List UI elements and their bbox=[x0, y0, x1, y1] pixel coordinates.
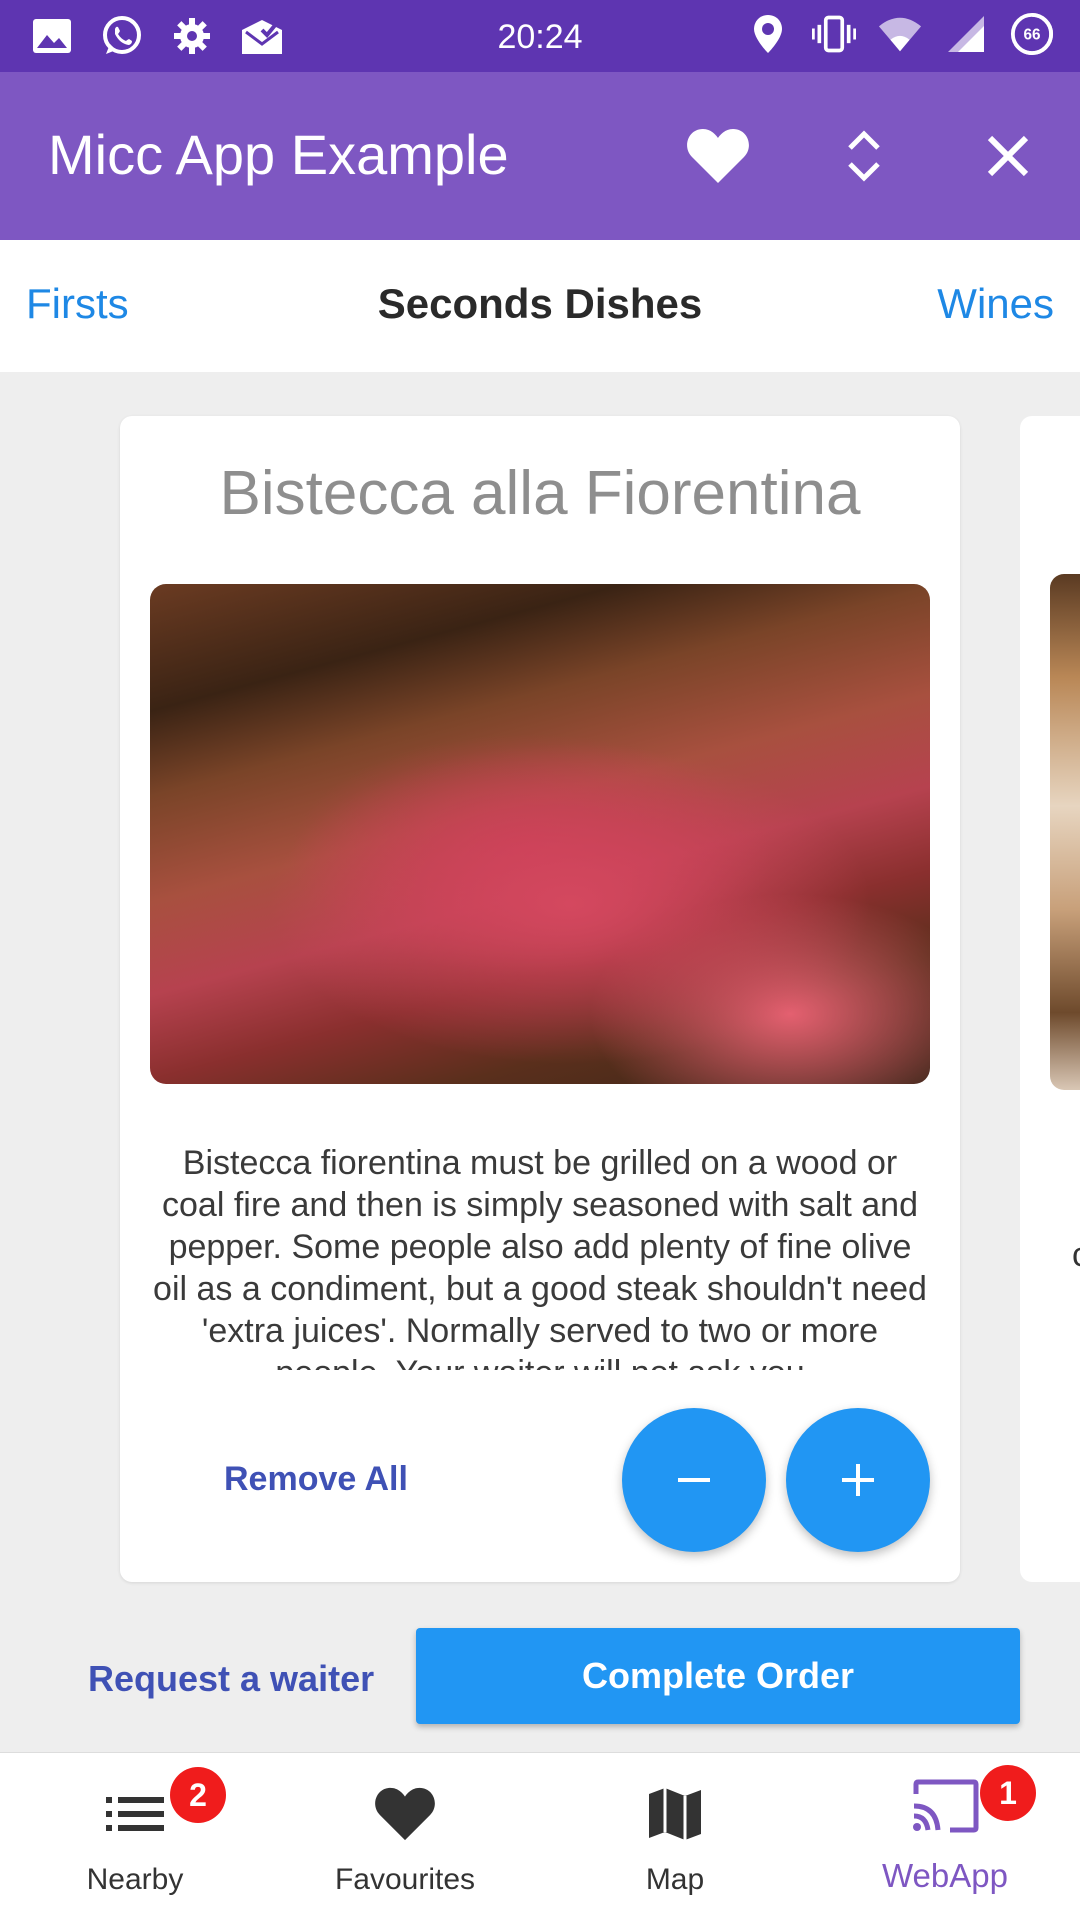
tab-wines[interactable]: Wines bbox=[937, 280, 1054, 328]
wifi-icon bbox=[878, 12, 922, 56]
list-icon bbox=[106, 1797, 164, 1831]
close-button[interactable] bbox=[968, 116, 1048, 196]
unfold-icon bbox=[848, 130, 880, 182]
category-tabs: Firsts Seconds Dishes Wines bbox=[0, 240, 1080, 372]
heart-icon bbox=[687, 129, 749, 183]
complete-order-button[interactable]: Complete Order bbox=[416, 1628, 1020, 1724]
dish-card: Bistecca alla Fiorentina Bistecca fioren… bbox=[120, 416, 960, 1582]
decrease-quantity-button[interactable] bbox=[622, 1408, 766, 1552]
increase-quantity-button[interactable] bbox=[786, 1408, 930, 1552]
nav-item-webapp[interactable]: 1 WebApp bbox=[810, 1753, 1080, 1920]
webapp-badge: 1 bbox=[980, 1765, 1036, 1821]
battery-level: 66 bbox=[1023, 27, 1040, 44]
nav-label-map: Map bbox=[645, 1863, 705, 1896]
nearby-badge: 2 bbox=[170, 1767, 226, 1823]
remove-all-button[interactable]: Remove All bbox=[224, 1460, 408, 1499]
minus-icon bbox=[678, 1478, 710, 1482]
nav-label-favourites: Favourites bbox=[334, 1863, 476, 1896]
nav-item-favourites[interactable]: Favourites bbox=[270, 1753, 540, 1920]
app-title: Micc App Example bbox=[48, 123, 509, 186]
dish-description: Bistecca fiorentina must be grilled on a… bbox=[153, 1144, 927, 1370]
next-dish-text: c bbox=[1072, 1236, 1080, 1275]
signal-icon bbox=[944, 12, 988, 56]
dish-image bbox=[150, 584, 930, 1084]
nav-item-map[interactable]: Map bbox=[540, 1753, 810, 1920]
request-waiter-button[interactable]: Request a waiter bbox=[88, 1658, 374, 1700]
app-bar: Micc App Example bbox=[0, 72, 1080, 240]
dish-title: Bistecca alla Fiorentina bbox=[219, 459, 861, 528]
nav-label-nearby: Nearby bbox=[86, 1863, 184, 1896]
status-bar: 20:24 66 bbox=[0, 0, 1080, 72]
bottom-navigation: 2 Nearby Favourites Map 1 WebApp bbox=[0, 1752, 1080, 1920]
nav-item-nearby[interactable]: 2 Nearby bbox=[0, 1753, 270, 1920]
map-icon bbox=[649, 1788, 701, 1840]
vibrate-icon bbox=[812, 12, 856, 56]
tab-seconds-dishes[interactable]: Seconds Dishes bbox=[0, 280, 1080, 328]
next-dish-card[interactable]: c bbox=[1020, 416, 1080, 1582]
battery-icon: 66 bbox=[1010, 12, 1054, 56]
next-dish-image bbox=[1050, 574, 1080, 1090]
cast-icon bbox=[913, 1779, 979, 1833]
location-icon bbox=[746, 12, 790, 56]
favourite-button[interactable] bbox=[678, 116, 758, 196]
heart-icon bbox=[375, 1787, 435, 1841]
plus-icon bbox=[842, 1464, 874, 1496]
expand-button[interactable] bbox=[824, 116, 904, 196]
nav-label-webapp: WebApp bbox=[882, 1857, 1008, 1894]
close-icon bbox=[987, 135, 1029, 177]
